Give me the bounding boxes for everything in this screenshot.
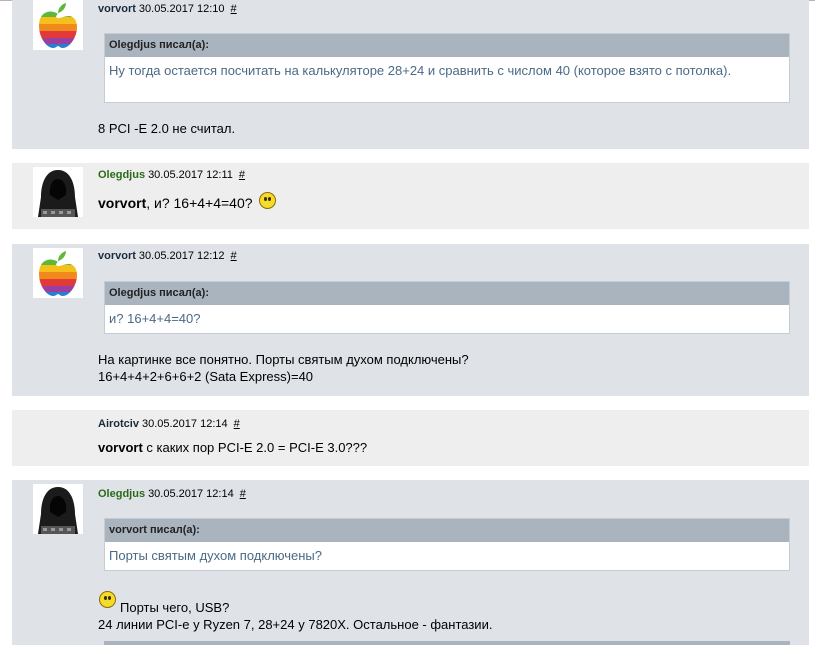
post-meta: Olegdjus 30.05.2017 12:14 #: [98, 488, 246, 500]
quote-header: Olegdjus писал(а):: [105, 282, 789, 305]
quote-text: Порты святым духом подключены?: [109, 548, 323, 563]
quote-block: vorvort писал(а): Порты святым духом под…: [104, 518, 790, 571]
author-name[interactable]: Olegdjus: [98, 488, 145, 500]
permalink[interactable]: #: [234, 418, 240, 430]
hooded-figure-icon: [33, 484, 83, 534]
permalink[interactable]: #: [239, 169, 245, 181]
quote-text: Ну тогда остается посчитать на калькулят…: [109, 63, 732, 78]
quote-block: Olegdjus писал(а): Ну тогда остается пос…: [104, 33, 790, 103]
smiley-icon: [259, 192, 277, 209]
quote-text: и? 16+4+4=40?: [109, 311, 201, 326]
forum-post: Airotciv 30.05.2017 12:14 # vorvort с каки…: [12, 410, 809, 466]
post-text-line: 24 линии PCI-e у Ryzen 7, 28+24 у 7820X.…: [98, 617, 493, 632]
forum-post: Olegdjus 30.05.2017 12:11 # vorvort, и? 16…: [12, 163, 809, 229]
post-time: 30.05.2017 12:14: [148, 488, 234, 500]
post-text-line: Порты чего, USB?: [120, 600, 230, 615]
author-name[interactable]: Airotciv: [98, 418, 139, 430]
quote-header: Olegdjus писал(а):: [105, 34, 789, 57]
permalink[interactable]: #: [240, 488, 246, 500]
mention[interactable]: vorvort: [98, 440, 143, 455]
post-text-line: На картинке все понятно. Порты святым ду…: [98, 352, 469, 367]
post-text-line: 16+4+4+2+6+6+2 (Sata Express)=40: [98, 369, 314, 384]
post-text: vorvort с каких пор PCI-E 2.0 = PCI-E 3.…: [98, 439, 367, 456]
forum-post: vorvort 30.05.2017 12:10 # Olegdjus писал(…: [12, 0, 809, 149]
post-meta: Olegdjus 30.05.2017 12:11 #: [98, 169, 245, 181]
next-quote-header: [104, 641, 790, 645]
post-text-body: , и? 16+4+4=40?: [146, 195, 253, 211]
mention[interactable]: vorvort: [98, 195, 146, 211]
permalink[interactable]: #: [231, 3, 237, 15]
hooded-figure-icon: [33, 167, 83, 217]
post-text: vorvort, и? 16+4+4=40?: [98, 192, 277, 212]
author-name[interactable]: vorvort: [98, 250, 136, 262]
smiley-icon: [99, 591, 116, 608]
post-time: 30.05.2017 12:12: [138, 250, 225, 262]
post-meta: vorvort 30.05.2017 12:10 #: [98, 3, 237, 15]
forum-post: vorvort 30.05.2017 12:12 # Olegdjus писал(…: [12, 244, 809, 396]
post-text: 8 PCI -E 2.0 не считал.: [98, 121, 236, 136]
author-name[interactable]: Olegdjus: [98, 169, 145, 181]
post-time: 30.05.2017 12:10: [138, 3, 225, 15]
author-name[interactable]: vorvort: [98, 3, 136, 15]
permalink[interactable]: #: [231, 250, 237, 262]
quote-header: vorvort писал(а):: [105, 519, 789, 542]
post-meta: vorvort 30.05.2017 12:12 #: [98, 250, 237, 262]
post-text-body: с каких пор PCI-E 2.0 = PCI-E 3.0???: [142, 440, 368, 455]
post-time: 30.05.2017 12:11: [148, 169, 233, 181]
quote-block: Olegdjus писал(а): и? 16+4+4=40?: [104, 281, 790, 334]
rainbow-apple-icon: [33, 248, 83, 298]
rainbow-apple-icon: [33, 0, 83, 50]
post-time: 30.05.2017 12:14: [141, 418, 228, 430]
post-meta: Airotciv 30.05.2017 12:14 #: [98, 418, 240, 430]
forum-post: Olegdjus 30.05.2017 12:14 # vorvort писал(…: [12, 480, 809, 645]
